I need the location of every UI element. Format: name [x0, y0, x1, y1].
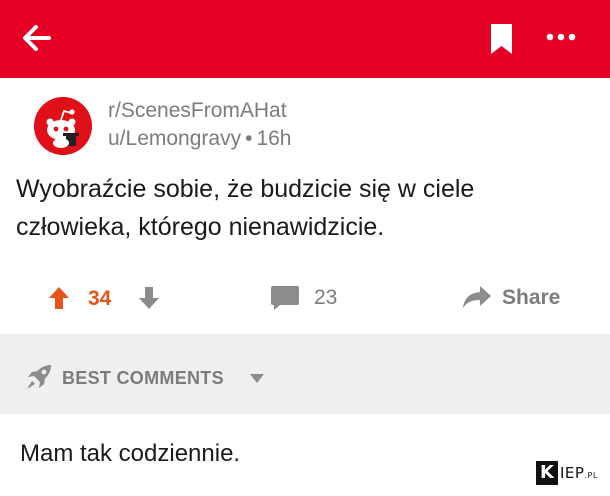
post-title: Wyobraźcie sobie, że budzicie się w ciel…: [16, 175, 475, 241]
share-label: Share: [502, 286, 561, 309]
sort-label: BEST COMMENTS: [62, 368, 224, 388]
watermark-logo: K IEP.PL: [536, 461, 598, 487]
watermark-k: K: [536, 461, 558, 485]
subreddit-avatar[interactable]: [34, 97, 92, 155]
bookmark-icon: [491, 24, 512, 54]
vote-score: 34: [88, 287, 112, 310]
upvote-arrow-icon: [49, 287, 69, 309]
downvote-button[interactable]: [138, 286, 160, 310]
comment-body: Mam tak codziennie.: [20, 440, 241, 467]
meta-separator: •: [245, 127, 253, 150]
watermark-main: IEP: [560, 464, 585, 482]
comment-bubble-icon: [271, 286, 299, 310]
chevron-down-icon: [250, 374, 264, 383]
post-meta: u/Lemongravy • 16h: [108, 127, 291, 151]
upvote-button[interactable]: [48, 286, 70, 310]
reddit-snoo-avatar: [34, 97, 92, 155]
subreddit-name[interactable]: r/ScenesFromAHat: [108, 99, 287, 123]
back-arrow-icon: [23, 25, 51, 51]
comment-sort-dropdown[interactable]: BEST COMMENTS: [24, 362, 284, 392]
app-header: [0, 0, 610, 78]
comment-count: 23: [314, 286, 338, 309]
rocket-icon: [27, 365, 51, 389]
share-button[interactable]: Share: [462, 282, 572, 314]
watermark-suffix: .PL: [584, 471, 598, 480]
watermark-text: IEP.PL: [560, 464, 598, 482]
more-options-button[interactable]: [542, 22, 582, 52]
downvote-arrow-icon: [139, 287, 159, 309]
author-name[interactable]: u/Lemongravy: [108, 127, 241, 150]
back-button[interactable]: [18, 18, 58, 58]
share-arrow-icon: [463, 286, 491, 308]
bookmark-button[interactable]: [486, 22, 518, 56]
more-options-icon: [546, 33, 576, 41]
comments-button[interactable]: 23: [270, 282, 360, 314]
post-age: 16h: [256, 127, 292, 150]
